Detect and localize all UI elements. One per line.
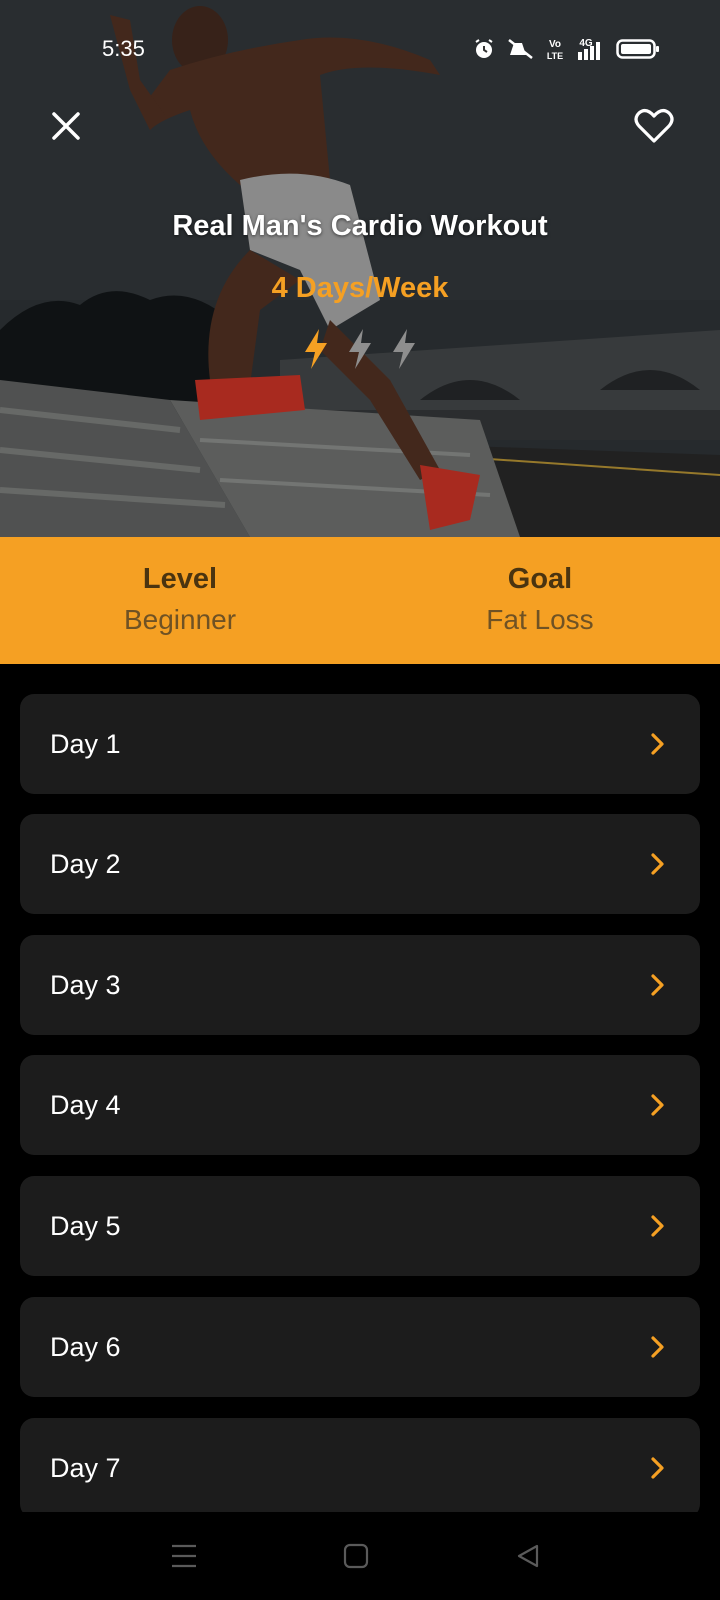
day-row-3[interactable]: Day 3 <box>20 935 700 1035</box>
chevron-right-icon <box>651 974 664 996</box>
day-label: Day 4 <box>50 1089 121 1120</box>
day-list: Day 1 Day 2 Day 3 Day 4 Day 5 Day 6 Day … <box>20 694 700 1512</box>
chevron-right-icon <box>651 1457 664 1479</box>
day-row-2[interactable]: Day 2 <box>20 814 700 914</box>
day-label: Day 6 <box>50 1331 121 1362</box>
goal-block: Goal Fat Loss <box>360 537 720 664</box>
close-icon <box>52 112 80 140</box>
bolt-icon-inactive <box>393 329 415 369</box>
chevron-right-icon <box>651 1215 664 1237</box>
home-square-icon <box>343 1543 369 1569</box>
day-row-7[interactable]: Day 7 <box>20 1418 700 1512</box>
day-label: Day 7 <box>50 1452 121 1483</box>
alarm-icon <box>472 37 496 67</box>
level-value: Beginner <box>123 604 237 635</box>
status-time: 5:35 <box>102 36 145 61</box>
status-bar: 5:35 Vo LTE 4G <box>0 28 720 68</box>
close-button[interactable] <box>44 104 88 148</box>
goal-value: Fat Loss <box>486 604 594 635</box>
back-triangle-icon <box>517 1544 539 1568</box>
heart-icon <box>634 109 674 143</box>
workout-frequency: 4 Days/Week <box>271 272 449 304</box>
day-label: Day 2 <box>50 848 121 879</box>
status-icons: Vo LTE 4G <box>472 36 660 68</box>
chevron-right-icon <box>651 1336 664 1358</box>
mute-icon <box>506 37 536 67</box>
menu-icon <box>172 1544 196 1568</box>
day-label: Day 3 <box>50 969 121 1000</box>
hero-image <box>0 0 720 537</box>
nav-back-button[interactable] <box>512 1540 544 1572</box>
level-label: Level <box>142 563 218 595</box>
signal-4g-icon: 4G <box>574 36 606 68</box>
system-nav-bar <box>0 1512 720 1600</box>
favorite-button[interactable] <box>632 104 676 148</box>
nav-menu-button[interactable] <box>168 1540 200 1572</box>
svg-text:Vo: Vo <box>549 39 561 50</box>
workout-title: Real Man's Cardio Workout <box>172 210 548 242</box>
day-label: Day 1 <box>50 728 121 759</box>
bolt-icon-active <box>305 329 327 369</box>
chevron-right-icon <box>651 853 664 875</box>
nav-home-button[interactable] <box>340 1540 372 1572</box>
day-row-4[interactable]: Day 4 <box>20 1055 700 1155</box>
svg-text:LTE: LTE <box>547 51 563 61</box>
hero-banner: 5:35 Vo LTE 4G Real Man's Cardio Workout … <box>0 0 720 537</box>
level-block: Level Beginner <box>0 537 360 664</box>
chevron-right-icon <box>651 1094 664 1116</box>
bolt-icon-inactive <box>349 329 371 369</box>
chevron-right-icon <box>651 733 664 755</box>
info-band: Level Beginner Goal Fat Loss <box>0 537 720 664</box>
intensity-rating <box>0 328 720 370</box>
day-label: Day 5 <box>50 1210 121 1241</box>
battery-icon <box>616 37 660 67</box>
day-row-1[interactable]: Day 1 <box>20 694 700 794</box>
volte-icon: Vo LTE <box>546 36 564 68</box>
day-row-5[interactable]: Day 5 <box>20 1176 700 1276</box>
day-row-6[interactable]: Day 6 <box>20 1297 700 1397</box>
goal-label: Goal <box>507 563 573 595</box>
